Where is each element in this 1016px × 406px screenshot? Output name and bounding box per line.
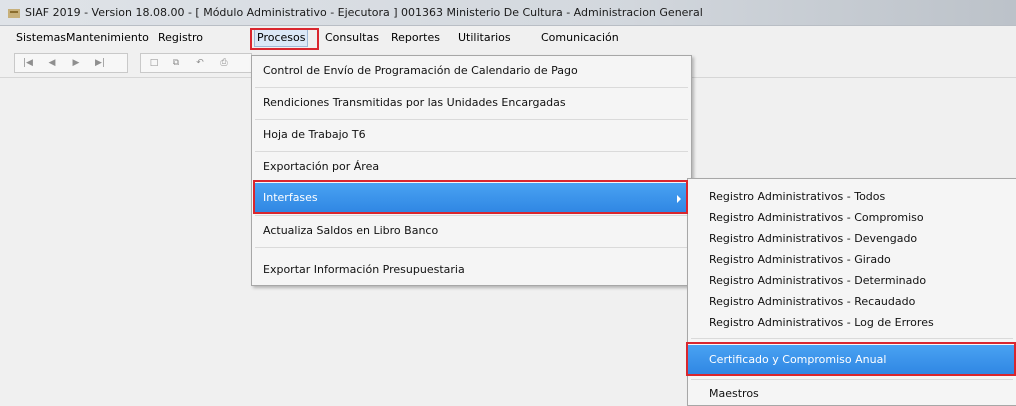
submenu-item-compromiso[interactable]: Registro Administrativos - Compromiso: [688, 207, 1016, 228]
submenu-item-label: Registro Administrativos - Devengado: [709, 232, 918, 245]
submenu-item-recaudado[interactable]: Registro Administrativos - Recaudado: [688, 291, 1016, 312]
menu-reportes[interactable]: Reportes: [389, 30, 442, 46]
menu-registro[interactable]: Registro: [156, 30, 205, 46]
menuitem-label: Control de Envío de Programación de Cale…: [263, 64, 578, 77]
window-title: SIAF 2019 - Version 18.08.00 - [ Módulo …: [25, 6, 703, 19]
new-icon[interactable]: □: [147, 56, 161, 70]
menu-comunicacion[interactable]: Comunicación: [539, 30, 621, 46]
menu-bar: Sistemas Mantenimiento Registro Procesos…: [0, 26, 1016, 48]
submenu-item-maestros[interactable]: Maestros: [688, 383, 1016, 404]
submenu-item-girado[interactable]: Registro Administrativos - Girado: [688, 249, 1016, 270]
submenu-item-label: Registro Administrativos - Determinado: [709, 274, 927, 287]
next-record-icon[interactable]: ▶: [69, 56, 83, 70]
interfases-submenu: Registro Administrativos - Todos Registr…: [687, 178, 1016, 406]
menuitem-exportacion-area[interactable]: Exportación por Área: [253, 152, 690, 182]
submenu-item-certificado-compromiso-anual[interactable]: Certificado y Compromiso Anual: [688, 345, 1016, 375]
submenu-item-log-errores[interactable]: Registro Administrativos - Log de Errore…: [688, 312, 1016, 333]
menu-procesos[interactable]: Procesos: [254, 29, 309, 47]
app-icon: [8, 9, 20, 18]
menuitem-actualiza-saldos[interactable]: Actualiza Saldos en Libro Banco: [253, 216, 690, 246]
menuitem-label: Actualiza Saldos en Libro Banco: [263, 224, 439, 237]
menuitem-label: Exportación por Área: [263, 160, 380, 173]
menuitem-label: Hoja de Trabajo T6: [263, 128, 366, 141]
menuitem-hoja-trabajo[interactable]: Hoja de Trabajo T6: [253, 120, 690, 150]
previous-record-icon[interactable]: ◀: [45, 56, 59, 70]
submenu-item-todos[interactable]: Registro Administrativos - Todos: [688, 186, 1016, 207]
menu-consultas[interactable]: Consultas: [323, 30, 381, 46]
separator: [255, 247, 688, 248]
menu-sistemas[interactable]: Sistemas: [14, 30, 68, 46]
copy-icon[interactable]: ⧉: [169, 56, 183, 70]
menuitem-rendiciones[interactable]: Rendiciones Transmitidas por las Unidade…: [253, 88, 690, 118]
undo-icon[interactable]: ↶: [193, 56, 207, 70]
separator: [691, 338, 1013, 339]
record-navigation-group: |◀ ◀ ▶ ▶|: [14, 53, 128, 73]
print-icon[interactable]: ⎙: [217, 56, 231, 70]
edit-tools-group: □ ⧉ ↶ ⎙: [140, 53, 252, 73]
menuitem-control-envio[interactable]: Control de Envío de Programación de Cale…: [253, 56, 690, 86]
menuitem-interfases[interactable]: Interfases: [253, 183, 690, 213]
menuitem-label: Rendiciones Transmitidas por las Unidade…: [263, 96, 566, 109]
submenu-arrow-icon: [677, 195, 681, 203]
menuitem-label: Interfases: [263, 191, 318, 204]
menu-mantenimiento[interactable]: Mantenimiento: [64, 30, 151, 46]
submenu-item-label: Registro Administrativos - Log de Errore…: [709, 316, 934, 329]
procesos-dropdown: Control de Envío de Programación de Cale…: [251, 55, 692, 286]
submenu-item-determinado[interactable]: Registro Administrativos - Determinado: [688, 270, 1016, 291]
submenu-item-label: Registro Administrativos - Todos: [709, 190, 886, 203]
submenu-item-label: Certificado y Compromiso Anual: [709, 353, 887, 366]
submenu-item-devengado[interactable]: Registro Administrativos - Devengado: [688, 228, 1016, 249]
separator: [691, 379, 1013, 380]
first-record-icon[interactable]: |◀: [21, 56, 35, 70]
last-record-icon[interactable]: ▶|: [93, 56, 107, 70]
menuitem-label: Exportar Información Presupuestaria: [263, 263, 465, 276]
menu-utilitarios[interactable]: Utilitarios: [456, 30, 513, 46]
submenu-item-label: Registro Administrativos - Girado: [709, 253, 891, 266]
submenu-item-label: Registro Administrativos - Recaudado: [709, 295, 916, 308]
menuitem-exportar-informacion[interactable]: Exportar Información Presupuestaria: [253, 255, 690, 285]
title-bar: SIAF 2019 - Version 18.08.00 - [ Módulo …: [0, 0, 1016, 26]
submenu-item-label: Registro Administrativos - Compromiso: [709, 211, 924, 224]
submenu-item-label: Maestros: [709, 387, 759, 400]
